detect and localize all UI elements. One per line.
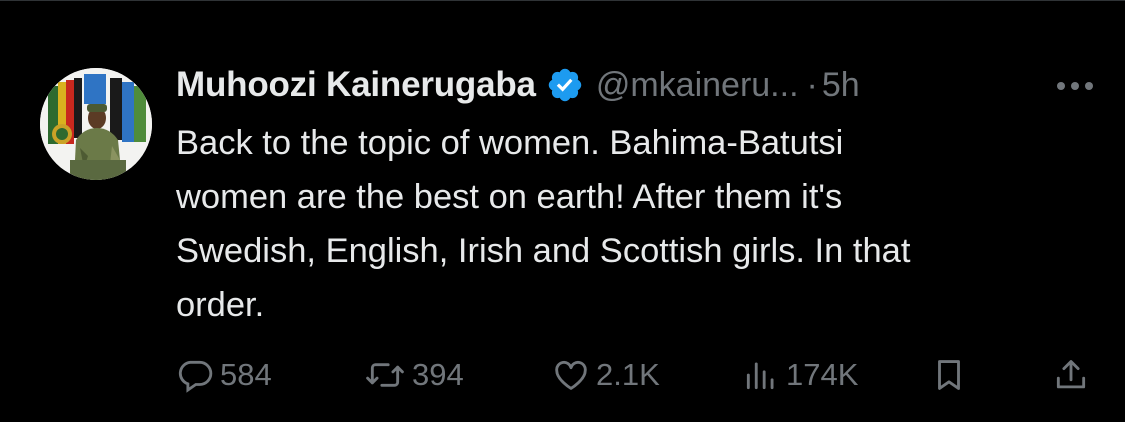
views-button[interactable]: 174K <box>742 352 858 398</box>
share-button[interactable] <box>1052 352 1090 398</box>
repost-icon <box>364 356 406 394</box>
action-bar: 584 394 2.1K 174K <box>176 352 1096 398</box>
tweet-text-line: Back to the topic of women. Bahima-Batut… <box>176 124 844 162</box>
like-count: 2.1K <box>596 357 660 392</box>
tweet-text-line: Swedish, English, Irish and Scottish gir… <box>176 232 911 270</box>
reply-count: 584 <box>220 357 272 392</box>
like-icon <box>552 356 590 394</box>
like-button[interactable]: 2.1K <box>552 352 660 398</box>
more-icon[interactable] <box>1052 70 1098 100</box>
repost-count: 394 <box>412 357 464 392</box>
share-icon <box>1052 356 1090 394</box>
verified-badge-icon[interactable] <box>546 66 584 104</box>
tweet[interactable]: Muhoozi Kainerugaba @mkaineru... · 5h Ba… <box>0 0 1125 422</box>
tweet-text-line: order. <box>176 286 265 324</box>
tweet-text: Back to the topic of women. Bahima-Batut… <box>176 116 1106 332</box>
separator-dot: · <box>806 65 818 104</box>
user-handle[interactable]: @mkaineru... <box>596 66 799 105</box>
reply-button[interactable]: 584 <box>176 352 272 398</box>
bookmark-button[interactable] <box>930 352 968 398</box>
tweet-header: Muhoozi Kainerugaba @mkaineru... · 5h <box>176 62 1096 108</box>
avatar[interactable] <box>40 68 152 180</box>
reply-icon <box>176 356 214 394</box>
bookmark-icon <box>930 356 968 394</box>
views-count: 174K <box>786 357 859 392</box>
timestamp[interactable]: 5h <box>822 66 860 105</box>
views-icon <box>742 356 780 394</box>
repost-button[interactable]: 394 <box>364 352 464 398</box>
tweet-text-line: women are the best on earth! After them … <box>176 178 843 216</box>
display-name[interactable]: Muhoozi Kainerugaba <box>176 65 536 105</box>
